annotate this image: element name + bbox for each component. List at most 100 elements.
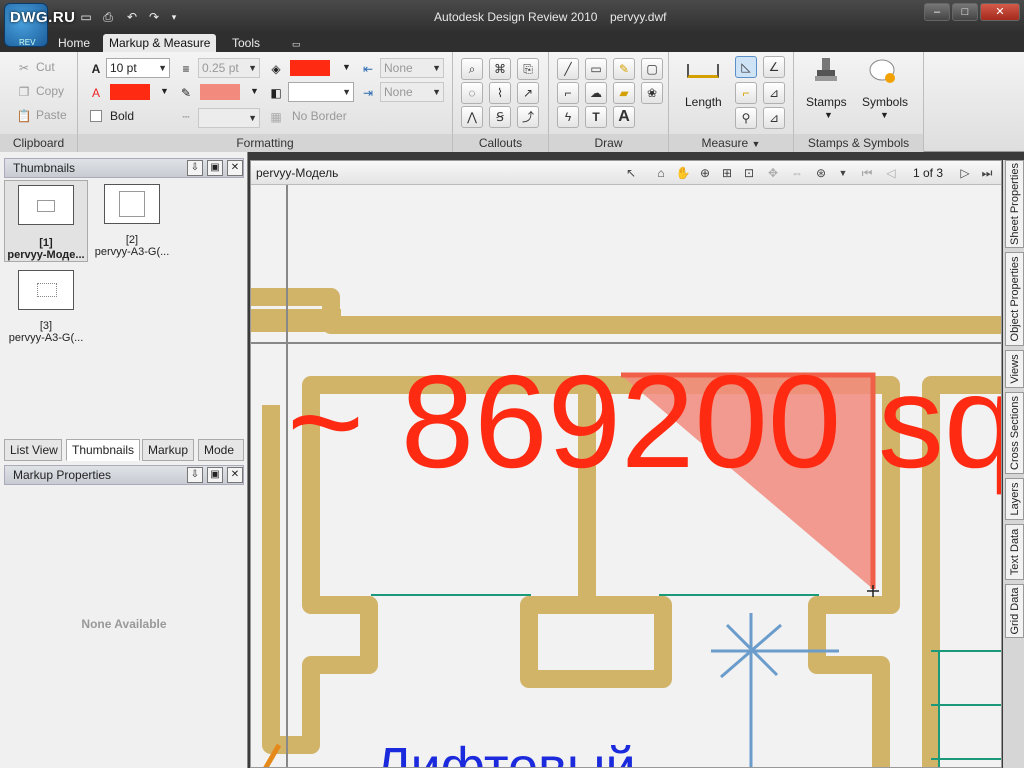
freeform-cloud-icon[interactable]: ❀ <box>641 82 663 104</box>
measure-group-label[interactable]: Measure ▼ <box>669 134 793 152</box>
previous-page-icon[interactable]: ◁ <box>883 165 899 181</box>
line-weight-select[interactable]: 0.25 pt ▼ <box>198 58 260 78</box>
tab-sheet-properties[interactable]: Sheet Properties <box>1005 160 1024 248</box>
bold-checkbox[interactable] <box>90 110 102 122</box>
callout-polyline-icon[interactable]: ⌇ <box>489 82 511 104</box>
first-page-icon[interactable]: ⏮ <box>859 165 875 181</box>
pin-icon[interactable]: ⇩ <box>187 160 203 176</box>
tab-grid-data[interactable]: Grid Data <box>1005 584 1024 638</box>
drawing-canvas[interactable]: ~ 869200 sq Лифтовый <box>251 185 1002 768</box>
tab-model[interactable]: Mode <box>198 439 244 461</box>
steering-wheel-icon[interactable]: ⊛ <box>813 165 829 181</box>
thumbnail-item[interactable]: [3] pervyy-A3-G(... <box>4 270 88 344</box>
paste-label: Paste <box>36 108 67 123</box>
callout-arrow-icon[interactable]: ↗ <box>517 82 539 104</box>
line-tool-icon[interactable]: ╱ <box>557 58 579 80</box>
fill-color-swatch[interactable] <box>200 84 240 100</box>
orbit-icon[interactable]: ✥ <box>765 165 781 181</box>
callout-cloud-icon[interactable]: ⌘ <box>489 58 511 80</box>
arrow-end-select[interactable]: None ▼ <box>380 82 444 102</box>
stamps-button[interactable]: Stamps <box>806 95 847 109</box>
last-page-icon[interactable]: ⏭ <box>979 165 995 181</box>
thumbnail-item[interactable]: [1] pervyy-Моде... <box>4 180 88 262</box>
chevron-down-icon[interactable]: ▼ <box>835 165 851 181</box>
minimize-button[interactable]: – <box>924 3 950 21</box>
scale-icon[interactable]: ⊿ <box>763 107 785 129</box>
no-border-label[interactable]: No Border <box>292 109 347 123</box>
chevron-down-icon[interactable]: ▼ <box>250 86 259 96</box>
tab-object-properties[interactable]: Object Properties <box>1005 252 1024 346</box>
float-icon[interactable]: ▣ <box>207 160 223 176</box>
highlighter-tool-icon[interactable]: ✎ <box>613 58 635 80</box>
font-size-select[interactable]: 10 pt ▼ <box>106 58 170 78</box>
quick-access-dropdown-icon[interactable]: ▾ <box>166 10 182 24</box>
text-a-tool-icon[interactable]: A <box>613 106 635 128</box>
zoom-icon[interactable]: ⊕ <box>697 165 713 181</box>
tab-list-view[interactable]: List View <box>4 439 62 461</box>
callout-text-icon[interactable]: Ꞩ <box>489 106 511 128</box>
chevron-down-icon[interactable]: ▼ <box>824 110 833 120</box>
font-size-value: 10 pt <box>110 61 137 75</box>
pin-icon[interactable]: ⇩ <box>187 467 203 483</box>
home-view-icon[interactable]: ⌂ <box>653 165 669 181</box>
tab-home[interactable]: Home <box>52 34 96 52</box>
chevron-down-icon[interactable]: ▼ <box>880 110 889 120</box>
pan-icon[interactable]: ✋ <box>675 165 691 181</box>
tab-markup-measure[interactable]: Markup & Measure <box>103 34 217 52</box>
calibrate-icon[interactable]: ⚲ <box>735 107 757 129</box>
callout-freehand-icon[interactable]: ⤴ <box>517 106 539 128</box>
line-style-select[interactable]: ▼ <box>198 108 260 128</box>
coordinate-measure-icon[interactable]: ⊿ <box>763 82 785 104</box>
line-color-swatch[interactable] <box>290 60 330 76</box>
cloud-tool-icon[interactable]: ☁ <box>585 82 607 104</box>
tab-cross-sections[interactable]: Cross Sections <box>1005 392 1024 474</box>
open-icon[interactable]: ▭ <box>78 10 94 24</box>
thumbnail-item[interactable]: [2] pervyy-A3-G(... <box>90 184 174 258</box>
ribbon-minimize-icon[interactable]: ▭ <box>286 35 307 53</box>
float-icon[interactable]: ▣ <box>207 467 223 483</box>
area-measure-icon[interactable]: ◺ <box>735 56 757 78</box>
tab-thumbnails[interactable]: Thumbnails <box>66 439 141 461</box>
print-icon[interactable]: ⎙ <box>100 10 116 24</box>
redo-icon[interactable]: ↷ <box>146 10 162 24</box>
close-icon[interactable]: ✕ <box>227 467 243 483</box>
zoom-rectangle-icon[interactable]: ⊞ <box>719 165 735 181</box>
drawing-viewport[interactable]: pervyy-Модель ↖ ⌂ ✋ ⊕ ⊞ ⊡ ✥ ⇔ ⊛ ▼ ⏮ ◁ 1 … <box>250 160 1002 768</box>
close-icon[interactable]: ✕ <box>227 160 243 176</box>
callout-note-icon[interactable]: ⎘ <box>517 58 539 80</box>
chevron-down-icon[interactable]: ▼ <box>160 86 169 96</box>
next-page-icon[interactable]: ▷ <box>957 165 973 181</box>
undo-icon[interactable]: ↶ <box>124 10 140 24</box>
perimeter-measure-icon[interactable]: ⌐ <box>735 82 757 104</box>
angle-measure-icon[interactable]: ∠ <box>763 56 785 78</box>
fit-to-window-icon[interactable]: ⊡ <box>741 165 757 181</box>
transparency-select[interactable]: ▼ <box>288 82 354 102</box>
shape-tool-icon[interactable]: ▢ <box>641 58 663 80</box>
tab-markup[interactable]: Markup <box>142 439 195 461</box>
spring-tool-icon[interactable]: ϟ <box>557 106 579 128</box>
polyline-tool-icon[interactable]: ⌐ <box>557 82 579 104</box>
turntable-icon[interactable]: ⇔ <box>789 165 805 181</box>
tab-tools[interactable]: Tools <box>226 34 266 52</box>
arrow-start-select[interactable]: None ▼ <box>380 58 444 78</box>
area-measurement-label[interactable]: ~ 869200 sq <box>287 348 1002 495</box>
callout-rectangle-icon[interactable]: ⌕ <box>461 58 483 80</box>
copy-button[interactable]: ❐ Copy <box>16 84 64 100</box>
paste-button[interactable]: 📋 Paste <box>16 108 67 124</box>
tab-layers[interactable]: Layers <box>1005 478 1024 520</box>
symbols-button[interactable]: Symbols <box>862 95 908 109</box>
chevron-down-icon[interactable]: ▼ <box>342 62 351 72</box>
rectangle-tool-icon[interactable]: ▭ <box>585 58 607 80</box>
text-color-swatch[interactable] <box>110 84 150 100</box>
tab-views[interactable]: Views <box>1005 350 1024 388</box>
close-button[interactable]: ✕ <box>980 3 1020 21</box>
maximize-button[interactable]: □ <box>952 3 978 21</box>
callout-circle-icon[interactable]: ◌ <box>461 82 483 104</box>
cut-button[interactable]: ✂ Cut <box>16 60 55 76</box>
callout-leader-icon[interactable]: ⋀ <box>461 106 483 128</box>
tab-text-data[interactable]: Text Data <box>1005 524 1024 580</box>
length-button[interactable]: Length <box>685 95 722 109</box>
select-icon[interactable]: ↖ <box>623 165 639 181</box>
polygon-tool-icon[interactable]: ▰ <box>613 82 635 104</box>
text-tool-icon[interactable]: T <box>585 106 607 128</box>
